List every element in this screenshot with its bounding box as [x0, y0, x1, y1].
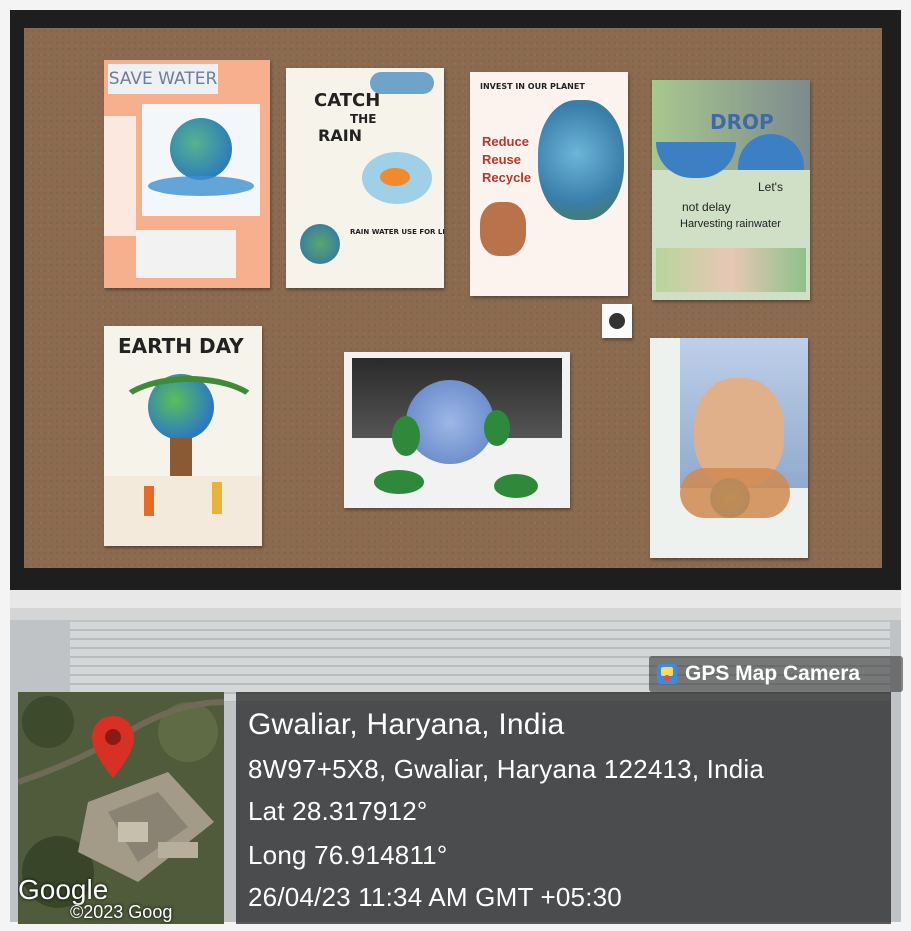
poster-title: CATCH [314, 90, 381, 111]
longitude-line: Long 76.914811° [248, 840, 448, 870]
gps-badge-label: GPS Map Camera [685, 662, 861, 685]
umbrella-icon [656, 142, 736, 178]
cork-board: SAVE WATER CATCH THE RAIN RAIN WATER USE… [24, 28, 882, 568]
poster-title: SAVE WATER [108, 64, 218, 94]
person-figure [144, 486, 154, 516]
poster-word-2: not delay [682, 200, 731, 214]
globe-icon [170, 118, 232, 180]
poster-title: EARTH DAY [118, 334, 244, 358]
poster-title: DROP [710, 110, 774, 134]
poster-drop: DROP Let's not delay Harvesting rainwate… [652, 80, 810, 300]
pot-drawing [480, 202, 526, 256]
poster-face [650, 338, 808, 558]
map-thumbnail[interactable]: Google ©2023 Goog [18, 692, 224, 924]
text-strip [104, 116, 136, 236]
poster-word-1: Reduce [482, 134, 529, 149]
map-copyright: ©2023 Goog [70, 902, 173, 922]
water-icon [148, 176, 254, 196]
poster-word-1: Let's [758, 180, 783, 194]
sticker-icon [609, 313, 625, 329]
gps-map-camera-icon [657, 664, 677, 684]
location-pin-icon [92, 716, 134, 778]
fish-bowl-drawing [362, 152, 432, 204]
person-figure-2 [212, 482, 222, 514]
planet-drawing [538, 100, 624, 220]
globe-icon [406, 380, 494, 464]
leaf-icon-4 [494, 474, 538, 498]
location-info-panel: Gwaliar, Haryana, India 8W97+5X8, Gwalia… [236, 692, 891, 924]
poster-save-water: SAVE WATER [104, 60, 270, 288]
note-card [136, 230, 236, 278]
globe-icon [300, 224, 340, 264]
hands-drawing [680, 468, 790, 518]
sticker [602, 304, 632, 338]
timestamp-line: 26/04/23 11:34 AM GMT +05:30 [248, 882, 622, 912]
poster-word-2: Reuse [482, 152, 522, 167]
poster-title-3: RAIN [318, 126, 363, 145]
cloud-icon [370, 72, 434, 94]
poster-invest-in-our-planet: INVEST IN OUR PLANET Reduce Reuse Recycl… [470, 72, 628, 296]
poster-word-3: Harvesting rainwater [680, 218, 781, 230]
leaf-icon-3 [374, 470, 424, 494]
poster-word-3: Recycle [482, 170, 532, 185]
fish-icon [380, 168, 410, 186]
poster-catch-the-rain: CATCH THE RAIN RAIN WATER USE FOR LIFE [286, 68, 444, 288]
poster-title: INVEST IN OUR PLANET [480, 82, 585, 91]
poster-globe-night [344, 352, 570, 508]
tree-trunk [170, 438, 192, 478]
ground-area [104, 476, 262, 546]
latitude-line: Lat 28.317912° [248, 796, 428, 826]
location-title: Gwaliar, Haryana, India [248, 708, 565, 741]
poster-caption: RAIN WATER USE FOR LIFE [350, 228, 444, 236]
poster-title-2: THE [350, 112, 377, 126]
earth-drawing [142, 104, 260, 216]
village-drawing [656, 248, 806, 292]
poster-earth-day: EARTH DAY [104, 326, 262, 546]
leaf-icon-2 [484, 410, 510, 446]
gps-map-camera-badge: GPS Map Camera [649, 656, 903, 692]
address-line: 8W97+5X8, Gwaliar, Haryana 122413, India [248, 754, 765, 784]
leaf-icon [392, 416, 420, 456]
